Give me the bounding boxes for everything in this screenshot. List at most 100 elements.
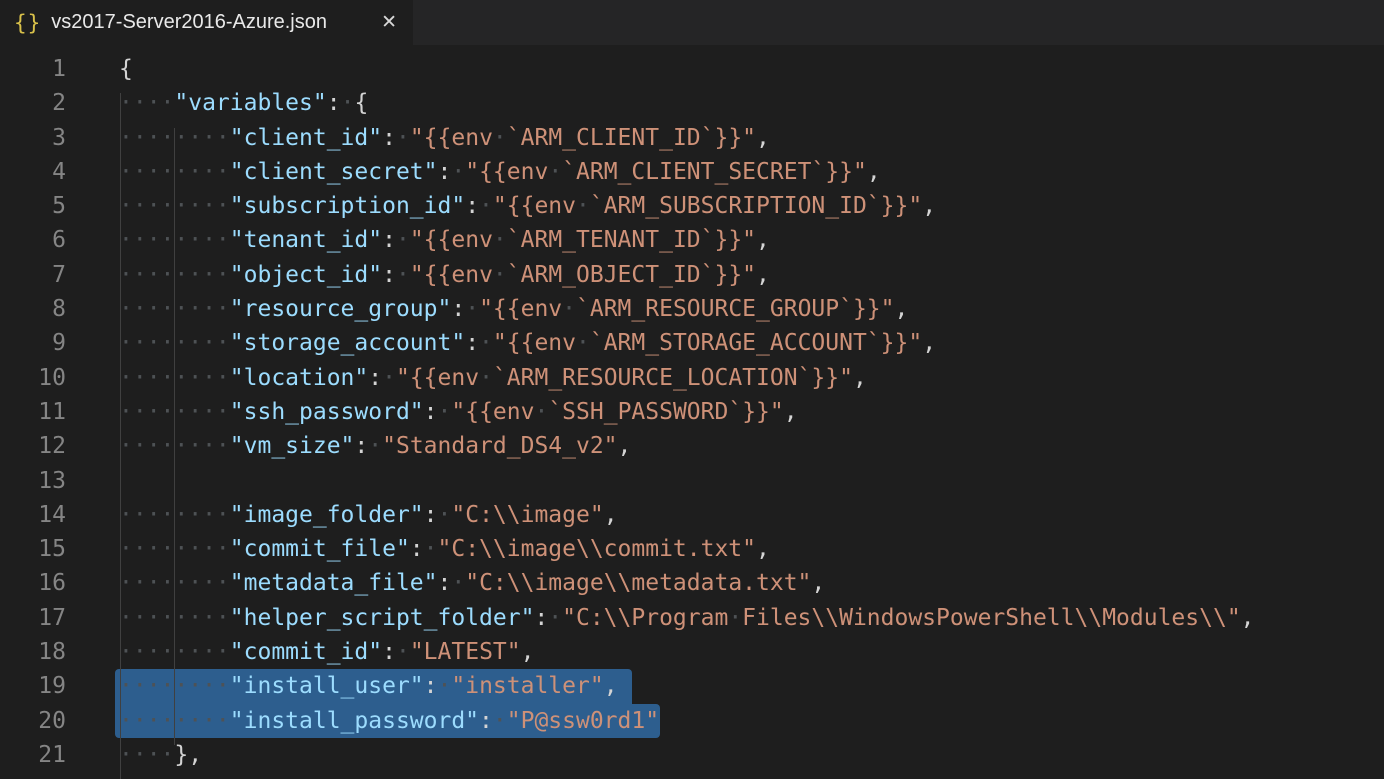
- token-whitespace: ········: [119, 193, 230, 219]
- token-string: `ARM_STORAGE_ACCOUNT`}}": [590, 330, 922, 356]
- token-punctuation: ,: [853, 365, 867, 391]
- token-whitespace: ·: [479, 365, 493, 391]
- token-punctuation: :: [368, 365, 382, 391]
- tab-active-file[interactable]: {} vs2017-Server2016-Azure.json ✕: [0, 0, 413, 45]
- line-number[interactable]: 11: [0, 395, 66, 429]
- token-punctuation: :: [424, 502, 438, 528]
- line-number[interactable]: 13: [0, 464, 66, 498]
- line-number[interactable]: 3: [0, 121, 66, 155]
- line-number[interactable]: 8: [0, 292, 66, 326]
- code-line[interactable]: 21····},: [0, 738, 1384, 772]
- token-key: "variables": [174, 90, 326, 116]
- code-line[interactable]: 10········"location":·"{{env·`ARM_RESOUR…: [0, 361, 1384, 395]
- token-key: "location": [230, 365, 368, 391]
- code-line[interactable]: 11········"ssh_password":·"{{env·`SSH_PA…: [0, 395, 1384, 429]
- token-punctuation: ,: [756, 536, 770, 562]
- code-line[interactable]: 20 ········"install_password":·"P@ssw0rd1…: [0, 704, 1384, 738]
- line-number[interactable]: 19: [0, 669, 66, 703]
- code-text: ········"image_folder":·"C:\\image",: [119, 502, 618, 528]
- code-line[interactable]: 5 ········"subscription_id":·"{{env·`ARM_…: [0, 189, 1384, 223]
- line-number[interactable]: 17: [0, 601, 66, 635]
- line-number[interactable]: 21: [0, 738, 66, 772]
- token-whitespace: ·: [576, 330, 590, 356]
- code-line[interactable]: 16········"metadata_file":·"C:\\image\\m…: [0, 566, 1384, 600]
- token-key: "resource_group": [230, 296, 452, 322]
- token-key: "tenant_id": [230, 227, 382, 253]
- token-key: "vm_size": [230, 433, 355, 459]
- token-key: "subscription_id": [230, 193, 465, 219]
- line-number[interactable]: 16: [0, 566, 66, 600]
- token-whitespace: ·: [479, 330, 493, 356]
- code-line[interactable]: 4 ········"client_secret":·"{{env·`ARM_CL…: [0, 155, 1384, 189]
- line-number[interactable]: 12: [0, 429, 66, 463]
- line-number[interactable]: 1: [0, 52, 66, 86]
- code-line[interactable]: 9········"storage_account":·"{{env·`ARM_…: [0, 326, 1384, 360]
- token-key: "commit_id": [230, 639, 382, 665]
- line-number[interactable]: 6: [0, 223, 66, 257]
- code-text: ········"install_password":·"P@ssw0rd1": [119, 708, 659, 734]
- code-line[interactable]: 12········"vm_size":·"Standard_DS4_v2",: [0, 429, 1384, 463]
- code-line[interactable]: 13: [0, 464, 1384, 498]
- token-whitespace: ········: [119, 639, 230, 665]
- code-line[interactable]: 17········"helper_script_folder":·"C:\\P…: [0, 601, 1384, 635]
- code-line[interactable]: 8········"resource_group":·"{{env·`ARM_R…: [0, 292, 1384, 326]
- token-key: "install_user": [230, 673, 424, 699]
- code-line[interactable]: 1{: [0, 52, 1384, 86]
- token-string: "{{env: [396, 365, 479, 391]
- line-number[interactable]: 9: [0, 326, 66, 360]
- token-string: `ARM_RESOURCE_LOCATION`}}": [493, 365, 853, 391]
- code-line[interactable]: 2····"variables":·{: [0, 86, 1384, 120]
- token-punctuation: :: [479, 708, 493, 734]
- line-number[interactable]: 15: [0, 532, 66, 566]
- token-punctuation: :: [382, 262, 396, 288]
- code-line[interactable]: 15········"commit_file":·"C:\\image\\com…: [0, 532, 1384, 566]
- code-text: ········"install_user":·"installer",: [119, 673, 618, 699]
- token-whitespace: ········: [119, 227, 230, 253]
- tab-close-icon[interactable]: ✕: [381, 13, 397, 32]
- line-number[interactable]: 14: [0, 498, 66, 532]
- token-string: `SSH_PASSWORD`}}": [548, 399, 783, 425]
- token-whitespace: ·: [465, 296, 479, 322]
- code-line[interactable]: 18········"commit_id":·"LATEST",: [0, 635, 1384, 669]
- token-punctuation: :: [438, 570, 452, 596]
- token-whitespace: ·: [534, 399, 548, 425]
- code-line[interactable]: 7········"object_id":·"{{env·`ARM_OBJECT…: [0, 258, 1384, 292]
- token-whitespace: ········: [119, 159, 230, 185]
- line-number[interactable]: 20: [0, 704, 66, 738]
- code-line[interactable]: 14 ········"image_folder":·"C:\\image",: [0, 498, 1384, 532]
- token-key: "ssh_password": [230, 399, 424, 425]
- line-number[interactable]: 7: [0, 258, 66, 292]
- line-number[interactable]: 2: [0, 86, 66, 120]
- token-key: "object_id": [230, 262, 382, 288]
- token-punctuation: ,: [756, 227, 770, 253]
- code-line[interactable]: 19 ········"install_user":·"installer",: [0, 669, 1384, 703]
- token-punctuation: ,: [756, 262, 770, 288]
- line-number[interactable]: 18: [0, 635, 66, 669]
- code-text: ········"subscription_id":·"{{env·`ARM_S…: [119, 193, 936, 219]
- token-punctuation: :: [382, 125, 396, 151]
- code-line[interactable]: 3········"client_id":·"{{env·`ARM_CLIENT…: [0, 121, 1384, 155]
- token-string: "C:\\image\\metadata.txt": [465, 570, 811, 596]
- token-whitespace: ·: [493, 708, 507, 734]
- code-text: ········"resource_group":·"{{env·`ARM_RE…: [119, 296, 908, 322]
- code-text: ········"client_secret":·"{{env·`ARM_CLI…: [119, 159, 881, 185]
- token-punctuation: ,: [895, 296, 909, 322]
- token-string: `ARM_CLIENT_ID`}}": [507, 125, 756, 151]
- token-punctuation: ,: [922, 330, 936, 356]
- editor[interactable]: 1{2····"variables":·{3········"client_id…: [0, 45, 1384, 772]
- token-whitespace: ·: [396, 125, 410, 151]
- token-key: "image_folder": [230, 502, 424, 528]
- token-string: "{{env: [451, 399, 534, 425]
- token-punctuation: :: [451, 296, 465, 322]
- token-punctuation: ,: [784, 399, 798, 425]
- token-punctuation: ,: [756, 125, 770, 151]
- line-number[interactable]: 10: [0, 361, 66, 395]
- code-text: ········"storage_account":·"{{env·`ARM_S…: [119, 330, 936, 356]
- token-punctuation: ,: [1241, 605, 1255, 631]
- line-number[interactable]: 4: [0, 155, 66, 189]
- token-string: "Standard_DS4_v2": [382, 433, 617, 459]
- token-string: "{{env: [479, 296, 562, 322]
- code-line[interactable]: 6········"tenant_id":·"{{env·`ARM_TENANT…: [0, 223, 1384, 257]
- line-number[interactable]: 5: [0, 189, 66, 223]
- token-punctuation: },: [174, 742, 202, 768]
